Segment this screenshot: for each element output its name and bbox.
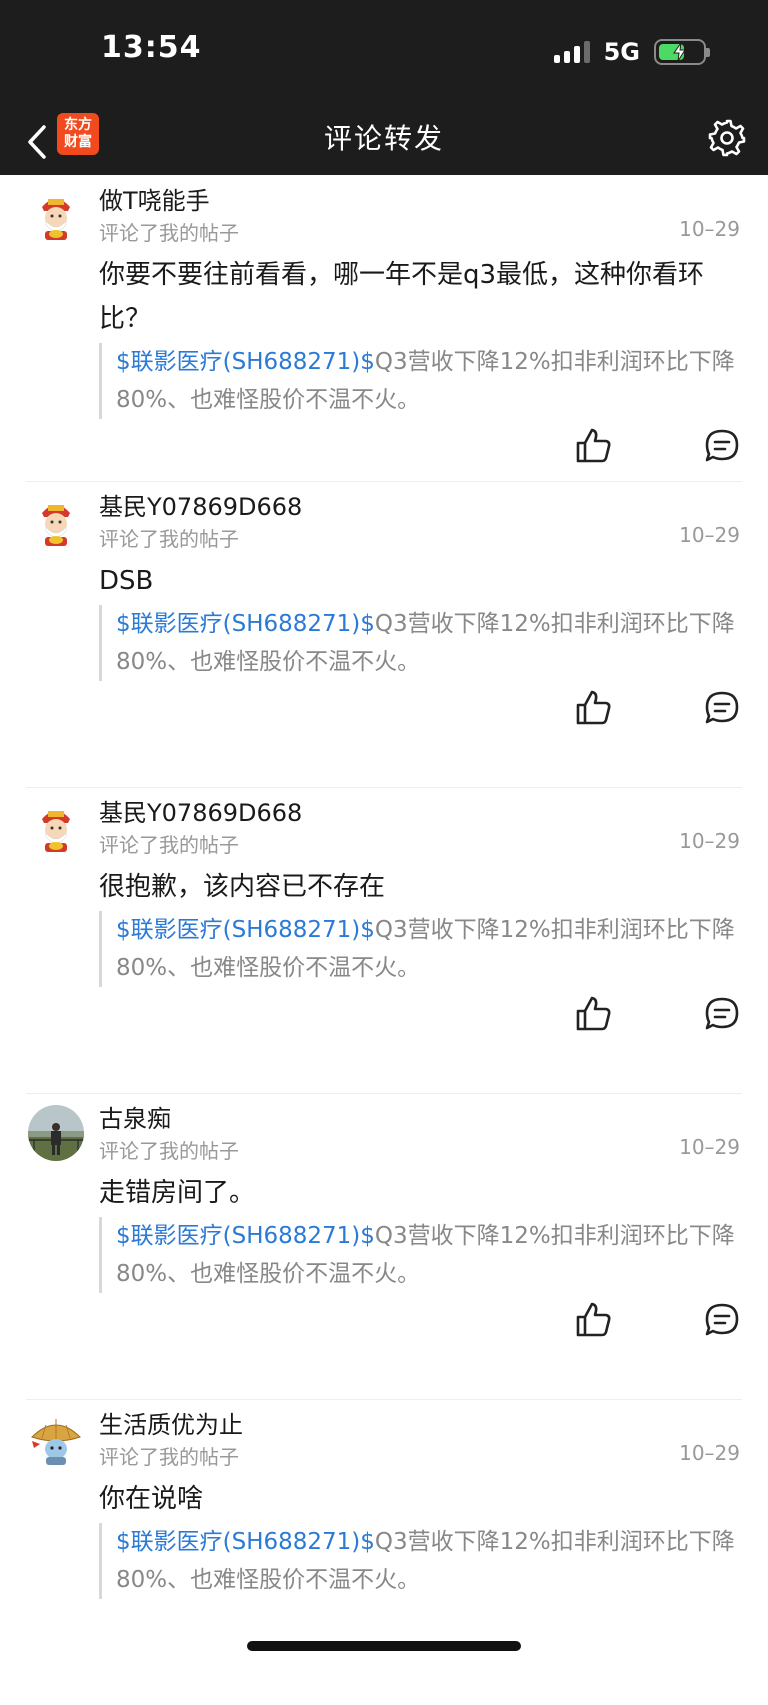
quoted-post[interactable]: $联影医疗(SH688271)$Q3营收下降12%扣非利润环比下降80%、也难怪… (99, 911, 756, 987)
username[interactable]: 生活质优为止 (99, 1405, 243, 1440)
list-item: 基民Y07869D668 评论了我的帖子 10–29 很抱歉，该内容已不存在 $… (0, 787, 768, 1093)
status-time: 13:54 (101, 30, 202, 65)
avatar[interactable] (28, 799, 84, 855)
straw-hat-avatar-icon (28, 1411, 84, 1467)
stock-link[interactable]: $联影医疗(SH688271)$ (116, 1529, 375, 1555)
charging-bolt-icon (673, 42, 686, 62)
action-text: 评论了我的帖子 (99, 527, 239, 551)
username[interactable]: 做T哓能手 (99, 181, 210, 216)
timestamp: 10–29 (679, 829, 740, 853)
like-button[interactable] (574, 426, 614, 466)
action-text: 评论了我的帖子 (99, 1139, 239, 1163)
like-button[interactable] (574, 688, 614, 728)
cartoon-figure-avatar-icon (28, 187, 84, 243)
comment-text[interactable]: 走错房间了。 (99, 1171, 739, 1215)
like-button[interactable] (574, 994, 614, 1034)
status-indicators: 5G (553, 38, 710, 66)
quoted-post[interactable]: $联影医疗(SH688271)$Q3营收下降12%扣非利润环比下降80%、也难怪… (99, 605, 756, 681)
comment-feed: 做T哓能手 评论了我的帖子 10–29 你要不要往前看看，哪一年不是q3最低，这… (0, 175, 768, 1705)
list-item: 生活质优为止 评论了我的帖子 10–29 你在说啥 $联影医疗(SH688271… (0, 1399, 768, 1705)
stock-link[interactable]: $联影医疗(SH688271)$ (116, 1223, 375, 1249)
avatar[interactable] (28, 187, 84, 243)
navigation-bar: 东方 财富 评论转发 (0, 105, 768, 175)
comment-text[interactable]: DSB (99, 559, 739, 603)
stock-link[interactable]: $联影医疗(SH688271)$ (116, 349, 375, 375)
timestamp: 10–29 (679, 523, 740, 547)
quoted-post[interactable]: $联影医疗(SH688271)$Q3营收下降12%扣非利润环比下降80%、也难怪… (99, 1217, 756, 1293)
like-button[interactable] (574, 1300, 614, 1340)
reply-button[interactable] (702, 426, 742, 466)
settings-button[interactable] (706, 117, 748, 159)
list-item: 做T哓能手 评论了我的帖子 10–29 你要不要往前看看，哪一年不是q3最低，这… (0, 175, 768, 481)
timestamp: 10–29 (679, 1135, 740, 1159)
list-item: 古泉痴 评论了我的帖子 10–29 走错房间了。 $联影医疗(SH688271)… (0, 1093, 768, 1399)
username[interactable]: 古泉痴 (99, 1099, 171, 1134)
comment-icon (705, 429, 739, 462)
comment-text[interactable]: 很抱歉，该内容已不存在 (99, 865, 739, 909)
page-title: 评论转发 (323, 122, 444, 155)
thumbs-up-icon (576, 428, 611, 463)
thumbs-up-icon (576, 996, 611, 1031)
status-bar: 13:54 5G (0, 0, 768, 105)
action-text: 评论了我的帖子 (99, 833, 239, 857)
reply-button[interactable] (702, 1300, 742, 1340)
comment-icon (705, 691, 739, 724)
thumbs-up-icon (576, 1302, 611, 1337)
reply-button[interactable] (702, 994, 742, 1034)
cartoon-figure-avatar-icon (28, 493, 84, 549)
stock-link[interactable]: $联影医疗(SH688271)$ (116, 917, 375, 943)
cartoon-figure-avatar-icon (28, 799, 84, 855)
avatar[interactable] (28, 493, 84, 549)
avatar[interactable] (28, 1411, 84, 1467)
battery-icon (654, 39, 710, 65)
comment-icon (705, 997, 739, 1030)
comment-icon (705, 1303, 739, 1336)
timestamp: 10–29 (679, 217, 740, 241)
username[interactable]: 基民Y07869D668 (99, 793, 302, 828)
thumbs-up-icon (576, 690, 611, 725)
list-item: 基民Y07869D668 评论了我的帖子 10–29 DSB $联影医疗(SH6… (0, 481, 768, 787)
username[interactable]: 基民Y07869D668 (99, 487, 302, 522)
action-text: 评论了我的帖子 (99, 221, 239, 245)
cellular-signal-icon (553, 41, 590, 63)
reply-button[interactable] (702, 688, 742, 728)
timestamp: 10–29 (679, 1441, 740, 1465)
photo-avatar-icon (28, 1105, 84, 1161)
quoted-post[interactable]: $联影医疗(SH688271)$Q3营收下降12%扣非利润环比下降80%、也难怪… (99, 1523, 756, 1599)
avatar[interactable] (28, 1105, 84, 1161)
action-text: 评论了我的帖子 (99, 1445, 239, 1469)
stock-link[interactable]: $联影医疗(SH688271)$ (116, 611, 375, 637)
gear-icon (708, 119, 746, 157)
home-indicator (247, 1641, 521, 1651)
quoted-post[interactable]: $联影医疗(SH688271)$Q3营收下降12%扣非利润环比下降80%、也难怪… (99, 343, 756, 419)
comment-text[interactable]: 你在说啥 (99, 1477, 739, 1521)
comment-text[interactable]: 你要不要往前看看，哪一年不是q3最低，这种你看环比？ (99, 253, 739, 341)
network-type: 5G (603, 38, 640, 66)
